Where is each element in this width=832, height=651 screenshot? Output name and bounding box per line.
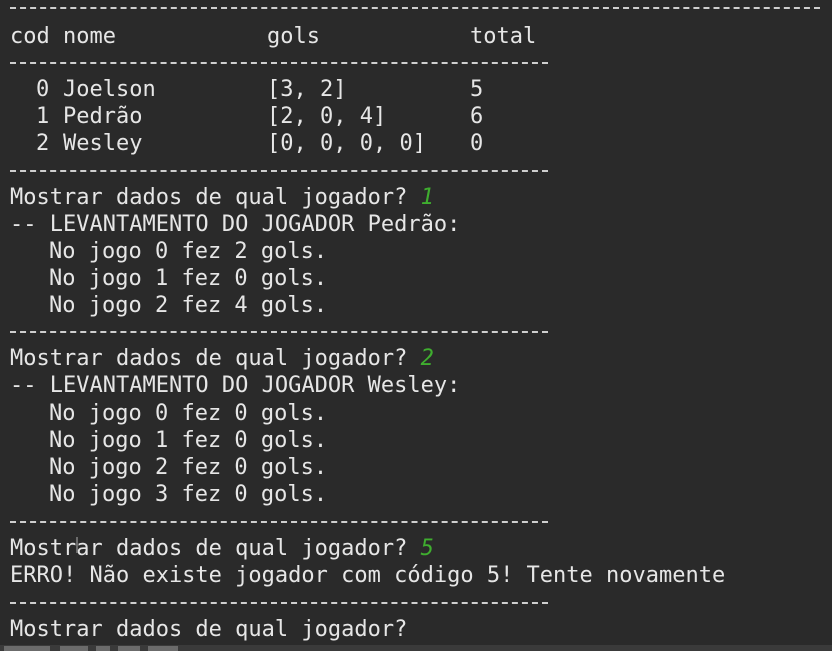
row-total: 5: [470, 77, 484, 102]
report-line: No jogo 2 fez 4 gols.: [49, 293, 328, 318]
row-gols: [0, 0, 0, 0]: [267, 131, 426, 156]
report-header: -- LEVANTAMENTO DO JOGADOR Wesley:: [10, 373, 461, 398]
table-row: 1 Pedrão [2, 0, 4] 6: [10, 103, 570, 130]
status-segment: [4, 646, 50, 651]
header-cod: cod: [10, 24, 50, 49]
query-separator: [10, 331, 548, 333]
query-separator: [10, 602, 548, 604]
table-row: 2 Wesley [0, 0, 0, 0] 0: [10, 130, 570, 157]
status-segment: [148, 646, 178, 651]
error-message: ERRO! Não existe jogador com código 5! T…: [10, 563, 726, 588]
report-header: -- LEVANTAMENTO DO JOGADOR Pedrão:: [10, 212, 461, 237]
row-nome: Pedrão: [63, 104, 143, 129]
status-segment: [118, 646, 140, 651]
report-line: No jogo 0 fez 2 gols.: [49, 239, 328, 264]
row-cod: 1: [36, 104, 50, 129]
prompt-text: Mostrar dados de qual jogador?: [10, 617, 408, 642]
query-prompt: Mostrar dados de qual jogador? 2: [10, 345, 434, 372]
row-cod: 2: [36, 131, 50, 156]
prompt-text: Mostrar dados de qual jogador?: [10, 346, 408, 371]
report-line: No jogo 2 fez 0 gols.: [49, 455, 328, 480]
status-segment: [96, 646, 110, 651]
top-separator: [10, 7, 820, 9]
row-gols: [3, 2]: [267, 77, 347, 102]
prompt-text: Mostrar dados de qual jogador?: [10, 185, 408, 210]
table-separator: [10, 170, 548, 172]
table-header: cod nome gols total: [10, 23, 570, 50]
row-total: 0: [470, 131, 484, 156]
report-line: No jogo 3 fez 0 gols.: [49, 482, 328, 507]
prompt-answer: 2: [420, 346, 434, 371]
query-prompt[interactable]: Mostrar dados de qual jogador?: [10, 616, 407, 643]
prompt-text: Mostrar dados de qual jogador?: [10, 536, 408, 561]
row-nome: Wesley: [63, 131, 143, 156]
row-total: 6: [470, 104, 484, 129]
prompt-answer: 5: [420, 536, 434, 561]
row-gols: [2, 0, 4]: [267, 104, 387, 129]
header-separator: [10, 62, 548, 64]
report-line: No jogo 0 fez 0 gols.: [49, 401, 328, 426]
prompt-answer: 1: [420, 185, 434, 210]
terminal-window[interactable]: cod nome gols total 0 Joelson [3, 2] 5 1…: [0, 0, 832, 651]
report-line: No jogo 1 fez 0 gols.: [49, 266, 328, 291]
status-bar: [0, 645, 832, 651]
query-prompt: Mostrar dados de qual jogador? 1: [10, 184, 434, 211]
report-line: No jogo 1 fez 0 gols.: [49, 428, 328, 453]
mouse-cursor-icon: [76, 537, 78, 553]
header-gols: gols: [267, 24, 320, 49]
header-total: total: [470, 24, 537, 49]
row-nome: Joelson: [63, 77, 156, 102]
status-segment: [60, 646, 88, 651]
query-prompt: Mostrar dados de qual jogador? 5: [10, 535, 434, 562]
row-cod: 0: [36, 77, 50, 102]
query-separator: [10, 521, 548, 523]
table-row: 0 Joelson [3, 2] 5: [10, 76, 570, 103]
header-nome: nome: [63, 24, 116, 49]
